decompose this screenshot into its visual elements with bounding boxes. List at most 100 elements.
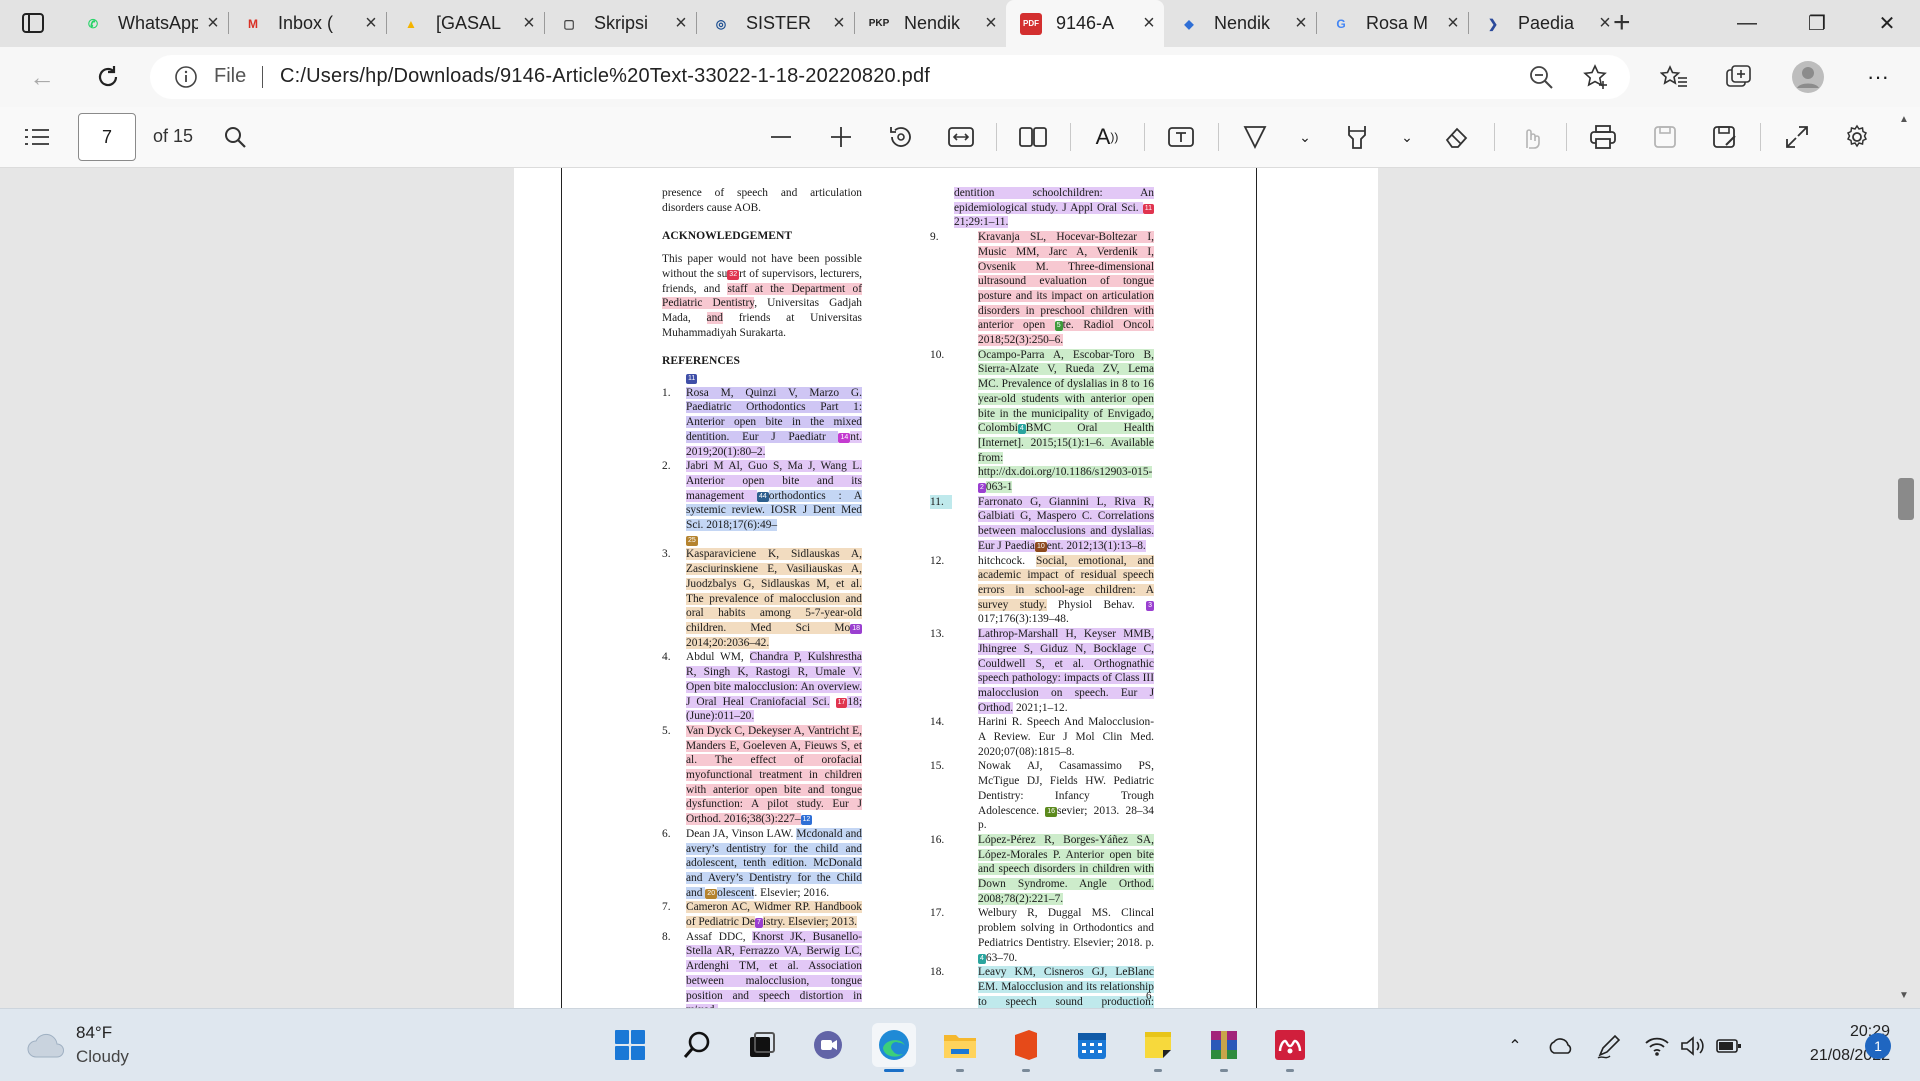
task-view-icon[interactable]: [740, 1023, 784, 1067]
annotation-badge[interactable]: 10: [1034, 541, 1047, 552]
zoom-out-icon[interactable]: [1528, 64, 1554, 90]
close-tab-icon[interactable]: ×: [356, 12, 386, 35]
search-icon[interactable]: [675, 1023, 719, 1067]
weather-description[interactable]: Cloudy: [76, 1047, 129, 1067]
highlight-text[interactable]: ent. 2012;13(1):13–8.: [1046, 539, 1146, 552]
highlight-text[interactable]: 063-1: [985, 481, 1013, 494]
tab-9[interactable]: ❯ Paedia ×: [1468, 0, 1620, 47]
mendeley-icon[interactable]: [1268, 1023, 1312, 1067]
highlight-text[interactable]: olescent: [717, 886, 755, 899]
read-aloud-icon[interactable]: A)): [1088, 119, 1126, 155]
start-menu-icon[interactable]: [608, 1023, 652, 1067]
weather-temperature[interactable]: 84°F: [76, 1023, 112, 1043]
annotation-badge[interactable]: 20: [705, 888, 718, 899]
close-tab-icon[interactable]: ×: [824, 12, 854, 35]
collections-icon[interactable]: [1720, 59, 1756, 95]
tab-0[interactable]: ✆ WhatsApp ×: [68, 0, 228, 47]
tab-6[interactable]: PDF 9146-A ×: [1006, 0, 1164, 47]
teams-chat-icon[interactable]: [806, 1023, 850, 1067]
highlight-text[interactable]: 21;29:1–11.: [954, 216, 1009, 229]
annotation-badge[interactable]: 5: [1054, 321, 1063, 332]
print-icon[interactable]: [1584, 119, 1622, 155]
annotation-badge[interactable]: 12: [800, 815, 813, 826]
annotation-badge[interactable]: 14: [838, 432, 851, 443]
url-bar[interactable]: File C:/Users/hp/Downloads/9146-Article%…: [150, 55, 1630, 99]
close-tab-icon[interactable]: ×: [1438, 12, 1468, 35]
calendar-icon[interactable]: [1070, 1023, 1114, 1067]
highlight-text[interactable]: Rosa M, Quinzi V, Marzo G. Paediatric Or…: [686, 386, 862, 443]
pen-icon[interactable]: [1594, 1031, 1624, 1061]
highlight-text[interactable]: dentition schoolchildren: An epidemiolog…: [954, 187, 1154, 214]
tab-2[interactable]: ▲ [GASAL ×: [386, 0, 544, 47]
restore-button[interactable]: ❐: [1782, 0, 1852, 47]
tab-actions-icon[interactable]: [18, 10, 48, 36]
profile-avatar[interactable]: [1790, 59, 1826, 95]
info-icon[interactable]: [174, 65, 198, 89]
annotation-badge[interactable]: 44: [756, 491, 769, 502]
annotation-badge[interactable]: 11: [1142, 203, 1154, 214]
add-text-icon[interactable]: [1162, 119, 1200, 155]
scroll-up-arrow-icon[interactable]: ▲: [1899, 114, 1909, 125]
close-tab-icon[interactable]: ×: [514, 12, 544, 35]
pdf-viewer[interactable]: presence of speech and articulation diso…: [0, 168, 1920, 1023]
close-tab-icon[interactable]: ×: [1134, 12, 1164, 35]
minimize-button[interactable]: —: [1712, 0, 1782, 47]
notification-badge[interactable]: 1: [1865, 1033, 1891, 1059]
tab-8[interactable]: G Rosa M ×: [1316, 0, 1468, 47]
highlight-options-chevron-icon[interactable]: ⌄: [1388, 119, 1426, 155]
file-explorer-icon[interactable]: [938, 1023, 982, 1067]
table-of-contents-icon[interactable]: [18, 119, 56, 155]
onedrive-cloud-icon[interactable]: [1546, 1031, 1576, 1061]
battery-icon[interactable]: [1714, 1031, 1744, 1061]
back-arrow-icon[interactable]: ←: [24, 59, 60, 95]
highlight-text[interactable]: Kravanja SL, Hocevar-Boltezar I, Music M…: [978, 231, 1154, 332]
more-menu-icon[interactable]: ···: [1860, 59, 1896, 95]
close-tab-icon[interactable]: ×: [976, 12, 1006, 35]
favorites-icon[interactable]: [1656, 59, 1692, 95]
highlight-text[interactable]: Knorst JK, Busanello-Stella AR, Ferrazzo…: [686, 930, 862, 1017]
rotate-icon[interactable]: [882, 119, 920, 155]
fullscreen-icon[interactable]: [1778, 119, 1816, 155]
tab-1[interactable]: M Inbox (×: [228, 0, 386, 47]
annotation-badge[interactable]: 7: [754, 918, 763, 929]
highlight-text[interactable]: Van Dyck C, Dekeyser A, Vantricht E, Man…: [686, 724, 862, 826]
save-as-icon[interactable]: [1706, 119, 1744, 155]
volume-icon[interactable]: [1678, 1031, 1708, 1061]
highlight-icon[interactable]: [1338, 119, 1376, 155]
winrar-icon[interactable]: [1202, 1023, 1246, 1067]
new-tab-button[interactable]: +: [1613, 6, 1631, 40]
annotation-badge[interactable]: 4: [978, 953, 986, 964]
cloud-icon[interactable]: [26, 1031, 66, 1059]
zoom-in-icon[interactable]: [822, 119, 860, 155]
eraser-icon[interactable]: [1438, 119, 1476, 155]
settings-gear-icon[interactable]: [1838, 119, 1876, 155]
close-tab-icon[interactable]: ×: [198, 12, 228, 35]
fit-width-icon[interactable]: [942, 119, 980, 155]
highlight-text[interactable]: and: [706, 311, 723, 324]
annotation-badge[interactable]: 25: [686, 535, 698, 546]
edge-browser-icon[interactable]: [872, 1023, 916, 1067]
close-window-button[interactable]: ✕: [1852, 0, 1920, 47]
highlight-text[interactable]: López-Pérez R, Borges-Yáñez SA, López-Mo…: [978, 833, 1154, 905]
search-icon[interactable]: [216, 119, 254, 155]
annotation-badge[interactable]: 2: [978, 483, 986, 494]
annotation-badge[interactable]: 18: [850, 623, 862, 634]
show-hidden-icons-chevron-icon[interactable]: ⌃: [1500, 1031, 1530, 1061]
tab-7[interactable]: ◆ Nendik ×: [1164, 0, 1316, 47]
office-icon[interactable]: [1004, 1023, 1048, 1067]
tab-5[interactable]: PKP Nendik ×: [854, 0, 1006, 47]
draw-icon[interactable]: [1236, 119, 1274, 155]
wifi-icon[interactable]: [1642, 1031, 1672, 1061]
close-tab-icon[interactable]: ×: [666, 12, 696, 35]
highlight-text[interactable]: Kasparaviciene K, Sidlauskas A, Zasciuri…: [686, 548, 862, 634]
annotation-badge[interactable]: 11: [686, 374, 698, 385]
annotation-badge[interactable]: 17: [835, 697, 848, 708]
zoom-out-icon[interactable]: [762, 119, 800, 155]
scroll-down-arrow-icon[interactable]: ▼: [1899, 990, 1909, 1001]
refresh-icon[interactable]: [90, 59, 126, 95]
annotation-badge[interactable]: 16: [1045, 806, 1058, 817]
page-number-input[interactable]: 7: [78, 113, 136, 161]
add-favorite-icon[interactable]: [1582, 63, 1610, 91]
url-text[interactable]: C:/Users/hp/Downloads/9146-Article%20Tex…: [280, 65, 930, 88]
annotation-badge[interactable]: 32: [727, 269, 740, 280]
